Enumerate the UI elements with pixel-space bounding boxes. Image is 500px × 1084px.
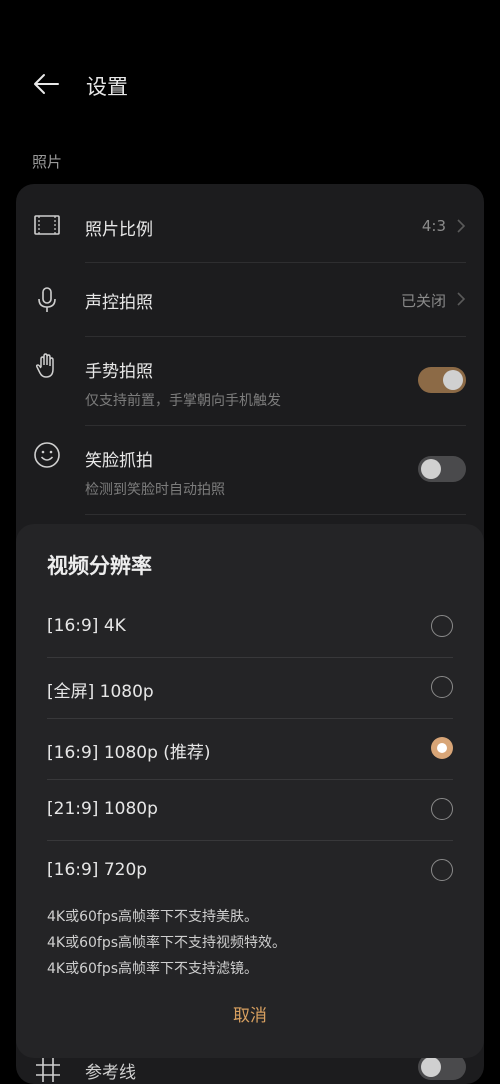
video-resolution-sheet: 视频分辨率 [16:9] 4K [全屏] 1080p [16:9] 1080p …	[16, 524, 484, 1058]
divider	[47, 657, 453, 658]
chevron-right-icon	[457, 219, 466, 233]
divider	[85, 514, 466, 515]
setting-label: 照片比例	[85, 220, 153, 240]
radio-button[interactable]	[431, 859, 453, 881]
radio-button[interactable]	[431, 798, 453, 820]
resolution-option-720p[interactable]: [16:9] 720p	[47, 842, 453, 902]
divider	[47, 779, 453, 780]
grid-lines-icon	[36, 1058, 60, 1082]
setting-row-voice-shutter[interactable]: 声控拍照 已关闭	[16, 263, 484, 336]
setting-value: 已关闭	[400, 292, 446, 310]
hand-gesture-icon	[35, 353, 54, 378]
option-label: [全屏] 1080p	[47, 682, 154, 702]
resolution-option-21-9-1080p[interactable]: [21:9] 1080p	[47, 781, 453, 841]
setting-label: 笑脸抓拍	[85, 451, 153, 471]
chevron-right-icon	[457, 292, 466, 306]
aspect-ratio-icon	[34, 215, 60, 235]
section-label-photo: 照片	[32, 153, 63, 171]
setting-label-grid-lines: 参考线	[85, 1063, 136, 1083]
setting-row-photo-ratio[interactable]: 照片比例 4:3	[16, 184, 484, 262]
radio-button[interactable]	[431, 615, 453, 637]
resolution-option-4k[interactable]: [16:9] 4K	[47, 598, 453, 658]
option-label: [16:9] 4K	[47, 616, 126, 636]
setting-description: 检测到笑脸时自动拍照	[85, 482, 225, 498]
divider	[47, 718, 453, 719]
resolution-option-fullscreen-1080p[interactable]: [全屏] 1080p	[47, 659, 453, 719]
note-text: 4K或60fps高帧率下不支持美肤。	[47, 909, 259, 925]
cancel-button[interactable]: 取消	[16, 1001, 484, 1026]
smile-capture-toggle[interactable]	[418, 456, 466, 482]
back-arrow-icon[interactable]	[30, 68, 62, 100]
radio-button[interactable]	[431, 676, 453, 698]
setting-row-smile-capture[interactable]: 笑脸抓拍 检测到笑脸时自动拍照	[16, 426, 484, 514]
option-label: [16:9] 1080p (推荐)	[47, 743, 211, 763]
setting-description: 仅支持前置，手掌朝向手机触发	[85, 393, 281, 409]
setting-value: 4:3	[421, 217, 446, 235]
smile-face-icon	[34, 442, 60, 468]
divider	[47, 840, 453, 841]
page-title: 设置	[86, 75, 128, 99]
sheet-title: 视频分辨率	[47, 554, 152, 578]
option-label: [16:9] 720p	[47, 860, 148, 880]
header: 设置	[0, 0, 500, 150]
note-text: 4K或60fps高帧率下不支持滤镜。	[47, 961, 259, 977]
gesture-shutter-toggle[interactable]	[418, 367, 466, 393]
setting-label: 声控拍照	[85, 293, 153, 313]
microphone-icon	[38, 287, 56, 312]
setting-row-gesture-shutter[interactable]: 手势拍照 仅支持前置，手掌朝向手机触发	[16, 337, 484, 425]
radio-button-selected[interactable]	[431, 737, 453, 759]
option-label: [21:9] 1080p	[47, 799, 158, 819]
setting-label: 手势拍照	[85, 362, 153, 382]
resolution-option-16-9-1080p[interactable]: [16:9] 1080p (推荐)	[47, 720, 453, 780]
note-text: 4K或60fps高帧率下不支持视频特效。	[47, 935, 287, 951]
